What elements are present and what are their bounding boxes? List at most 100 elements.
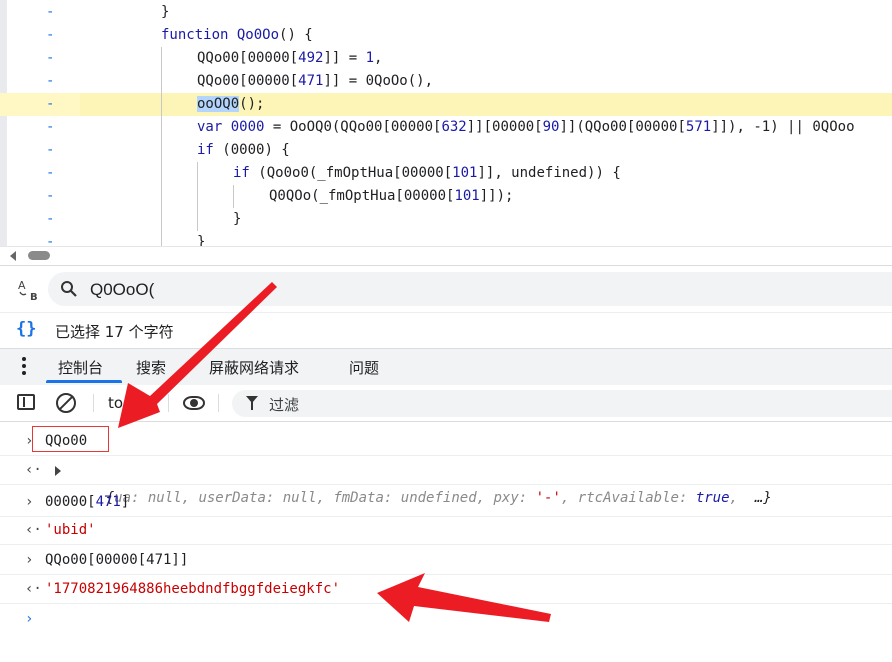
gutter-marker: - — [46, 234, 55, 246]
code-line[interactable]: - if (Qo0o0(_fmOptHua[00000[101]], undefi… — [0, 162, 892, 185]
code-text: function Qo0Oo() { — [161, 24, 313, 47]
code-line-highlighted[interactable]: - ooOQ0(); — [0, 93, 892, 116]
code-text: QQo00[00000[492]] = 1, — [197, 47, 382, 70]
active-tab-indicator — [46, 380, 122, 383]
code-token: (); — [239, 96, 265, 112]
gutter-marker: - — [46, 27, 55, 43]
input-prompt-icon: › — [25, 552, 34, 568]
svg-text:B: B — [30, 292, 38, 302]
code-line[interactable]: -} — [0, 1, 892, 24]
tab-issues[interactable]: 问题 — [349, 357, 379, 378]
drawer-tab-bar: 控制台 搜索 屏蔽网络请求 问题 — [0, 348, 892, 386]
console-prompt-row[interactable]: › — [0, 605, 892, 633]
sidebar-toggle-icon[interactable] — [17, 394, 35, 410]
console-input-text[interactable]: QQo00[00000[471]] — [45, 546, 188, 574]
selection-status-bar: {} 已选择 17 个字符 — [0, 312, 892, 349]
code-token: (0000) { — [222, 142, 290, 158]
code-text: } — [197, 231, 205, 246]
code-token: QQo00[00000[ — [197, 50, 299, 66]
code-text: var 0000 = OoOQ0(QQo00[00000[632]][00000… — [197, 116, 855, 139]
search-input[interactable] — [88, 277, 792, 303]
code-token: (Qo0o0(_fmOptHua[00000[ — [258, 165, 453, 181]
indent-guide — [197, 162, 198, 185]
indent-guide — [197, 185, 198, 208]
menu-icon[interactable] — [22, 357, 26, 378]
code-token: 571 — [685, 119, 712, 135]
code-token: ]] = 0QoOo(), — [323, 73, 434, 89]
code-token: 0000 — [230, 119, 265, 135]
eye-icon[interactable] — [183, 396, 205, 410]
gutter-marker: - — [46, 4, 55, 20]
code-token: if — [197, 142, 223, 158]
filter-input[interactable]: 过滤 — [232, 390, 892, 417]
braces-icon[interactable]: {} — [16, 319, 36, 339]
output-prompt-icon: ‹· — [25, 462, 42, 478]
code-token: ]]), -1) || 0QOoo — [711, 119, 855, 135]
gutter-marker: - — [46, 119, 55, 135]
code-line[interactable]: - var 0000 = OoOQ0(QQo00[00000[632]][0000… — [0, 116, 892, 139]
toolbar-divider — [168, 394, 169, 412]
search-box[interactable] — [48, 272, 892, 306]
console-input-row: › QQo00 — [0, 427, 892, 456]
selection-status-text: 已选择 17 个字符 — [55, 323, 174, 341]
code-token: , — [374, 50, 383, 66]
console-toolbar: to 过滤 — [0, 385, 892, 422]
indent-guide — [161, 70, 162, 93]
context-selector[interactable]: to — [108, 394, 123, 412]
code-token: var — [197, 119, 231, 135]
toolbar-divider — [218, 394, 219, 412]
gutter-marker: - — [46, 211, 55, 227]
code-token: Q0QOo(_fmOptHua[00000[ — [269, 188, 455, 204]
console-output-string[interactable]: '1770821964886heebdndfbggfdeiegkfc' — [45, 575, 340, 603]
tab-request-blocking[interactable]: 屏蔽网络请求 — [209, 357, 299, 378]
indent-guide — [161, 231, 162, 246]
scrollbar-thumb[interactable] — [28, 251, 50, 260]
code-text: Q0QOo(_fmOptHua[00000[101]]); — [269, 185, 513, 208]
indent-guide — [161, 208, 162, 231]
code-text: ooOQ0(); — [197, 93, 264, 116]
code-token: if — [233, 165, 259, 181]
code-token: ]]); — [479, 188, 514, 204]
code-line[interactable]: - if (0000) { — [0, 139, 892, 162]
case-sensitive-icon[interactable]: A B — [16, 278, 42, 303]
code-editor[interactable]: -} - function Qo0Oo() {- QQo00[00000[492]] … — [0, 0, 892, 246]
gutter-marker: - — [46, 165, 55, 181]
console-output-row: ‹· {ua: null, userData: null, fmData: un… — [0, 456, 892, 506]
input-prompt-icon: › — [25, 494, 34, 510]
code-line[interactable]: - QQo00[00000[471]] = 0QoOo(), — [0, 70, 892, 93]
indent-guide — [233, 185, 234, 208]
editor-horizontal-scrollbar[interactable] — [0, 246, 892, 265]
selected-token: ooOQ0 — [197, 96, 240, 112]
console-output-row: ‹· 'ubid' — [0, 516, 892, 545]
scroll-left-icon[interactable] — [10, 251, 16, 261]
expand-triangle-icon[interactable] — [55, 466, 61, 476]
code-line[interactable]: - Q0QOo(_fmOptHua[00000[101]]); — [0, 185, 892, 208]
code-token: ]], undefined)) { — [477, 165, 621, 181]
code-line[interactable]: - function Qo0Oo() { — [0, 24, 892, 47]
console-output-string[interactable]: 'ubid' — [45, 516, 96, 544]
code-line[interactable]: -} — [0, 208, 892, 231]
filter-label: 过滤 — [269, 396, 300, 414]
tab-console[interactable]: 控制台 — [58, 357, 103, 378]
code-line[interactable]: - QQo00[00000[492]] = 1, — [0, 47, 892, 70]
console-input-row: › 00000[471] — [0, 488, 892, 517]
search-icon — [60, 280, 78, 302]
clear-console-icon[interactable] — [56, 393, 76, 413]
code-line[interactable]: -} — [0, 231, 892, 246]
indent-guide — [161, 47, 162, 70]
code-token: } — [197, 234, 206, 246]
gutter-marker: - — [46, 73, 55, 89]
code-token: ]][00000[ — [466, 119, 543, 135]
indent-guide — [161, 139, 162, 162]
indent-guide — [161, 116, 162, 139]
code-text: if (0000) { — [197, 139, 290, 162]
console-output-row: ‹· '1770821964886heebdndfbggfdeiegkfc' — [0, 575, 892, 604]
tab-search[interactable]: 搜索 — [136, 357, 166, 378]
code-token: QQo00[00000[ — [197, 73, 299, 89]
source-search-bar: A B — [0, 265, 892, 312]
gutter-marker: - — [46, 142, 55, 158]
gutter-marker: - — [46, 188, 55, 204]
console-input-text[interactable]: 00000[471] — [45, 488, 129, 516]
code-token: 492 — [298, 50, 324, 66]
code-token: 471 — [298, 73, 324, 89]
